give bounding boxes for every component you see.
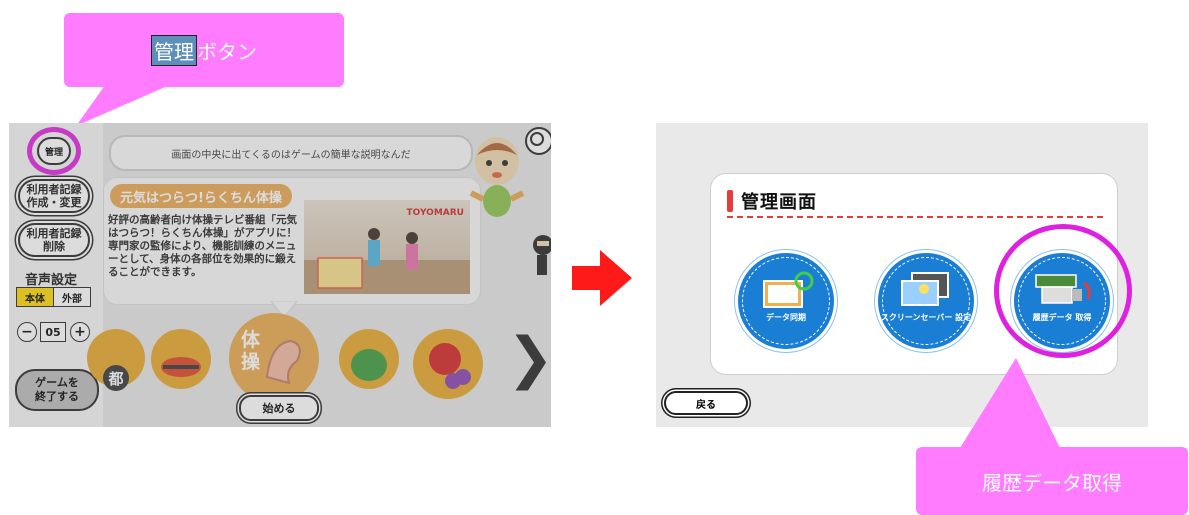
replay-button[interactable]	[525, 127, 551, 155]
replay-icon	[530, 132, 544, 146]
plus-icon: +	[74, 324, 86, 340]
category-city-label: 都	[103, 365, 129, 391]
title-divider	[727, 216, 1103, 218]
game-description: 好評の高齢者向け体操テレビ番組「元気はつらつ！らくちん体操」がアプリに！専門家の…	[108, 214, 297, 278]
admin-title: 管理画面	[741, 192, 817, 213]
muscle-arm-icon	[265, 339, 301, 385]
sound-external-toggle[interactable]: 外部	[53, 287, 91, 307]
video-brand-logo: TOYOMARU	[406, 208, 464, 218]
callout-history-tail	[960, 358, 1060, 448]
category-city[interactable]: 都	[87, 329, 145, 391]
callout-admin-text: ボタン	[197, 39, 257, 64]
end-game-label: ゲームを 終了する	[35, 376, 79, 403]
user-record-delete-button[interactable]: 利用者記録 削除	[18, 223, 90, 257]
user-record-create-button[interactable]: 利用者記録 作成・変更	[18, 179, 90, 213]
gong-icon	[161, 357, 201, 377]
purse-icon	[351, 349, 387, 381]
user-record-create-label: 利用者記録 作成・変更	[26, 183, 82, 209]
sound-main-toggle[interactable]: 本体	[16, 287, 54, 307]
data-sync-icon	[763, 271, 814, 308]
data-sync-label: データ同期	[766, 313, 806, 322]
back-button[interactable]: 戻る	[664, 391, 748, 415]
admin-button-callout: 管理 ボタン	[64, 13, 344, 87]
volume-value: 05	[40, 322, 66, 342]
callout-history-text: 履歴データ取得	[982, 470, 1122, 495]
callout-admin-highlight: 管理	[151, 34, 197, 66]
screensaver-label: スクリーンセーバー 設定	[880, 313, 972, 322]
title-accent-bar	[727, 190, 733, 212]
end-game-button[interactable]: ゲームを 終了する	[15, 369, 99, 411]
ninja-icon	[533, 235, 551, 275]
game-preview-video[interactable]: TOYOMARU	[304, 200, 470, 294]
minus-icon: −	[21, 324, 33, 340]
transition-arrow-icon	[572, 250, 632, 306]
history-data-callout: 履歴データ取得	[916, 447, 1188, 515]
game-description-card: 元気はつらつ!らくちん体操 好評の高齢者向け体操テレビ番組「元気はつらつ！らくち…	[103, 177, 481, 305]
data-sync-button[interactable]: データ同期	[735, 250, 837, 352]
screensaver-settings-button[interactable]: スクリーンセーバー 設定	[875, 250, 977, 352]
callout-admin-tail	[76, 84, 172, 126]
category-bell[interactable]	[151, 329, 211, 389]
mascot-icon	[469, 137, 525, 217]
game-title: 元気はつらつ!らくちん体操	[110, 184, 292, 208]
screensaver-icon	[901, 272, 949, 306]
game-screen: 管理 利用者記録 作成・変更 利用者記録 削除 音声設定 本体 外部 − 05 …	[9, 123, 551, 427]
volume-decrease-button[interactable]: −	[17, 322, 37, 342]
guide-speech-bubble: 画面の中央に出てくるのはゲームの簡単な説明なんだ	[109, 135, 473, 171]
sound-settings-label: 音声設定	[25, 273, 78, 288]
category-exercise[interactable]: 体操	[229, 313, 319, 403]
admin-highlight-ring	[27, 127, 81, 175]
category-purse[interactable]	[339, 329, 399, 389]
fruit-icon	[429, 343, 471, 389]
user-record-delete-label: 利用者記録 削除	[26, 227, 82, 253]
volume-increase-button[interactable]: +	[70, 322, 90, 342]
start-button[interactable]: 始める	[239, 395, 319, 421]
next-arrow-icon[interactable]: ❯	[507, 331, 551, 387]
category-fruit[interactable]	[413, 329, 483, 399]
history-highlight-ring	[994, 224, 1132, 358]
